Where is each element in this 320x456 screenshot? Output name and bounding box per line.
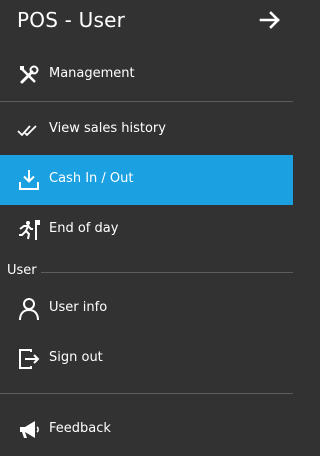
menu-item-sales-history[interactable]: View sales history: [0, 105, 293, 155]
menu-item-label: Feedback: [49, 421, 111, 436]
menu-item-end-of-day[interactable]: End of day: [0, 205, 293, 255]
right-arrow-icon[interactable]: [259, 9, 281, 31]
menu-item-user-info[interactable]: User info: [0, 284, 293, 334]
sign-out-icon: [17, 347, 41, 371]
download-tray-icon: [17, 168, 41, 192]
menu-item-cash-in-out[interactable]: Cash In / Out: [0, 155, 293, 205]
menu-item-label: View sales history: [49, 121, 166, 136]
page-title: POS - User: [17, 8, 126, 32]
double-check-icon: [17, 118, 41, 142]
menu-item-label: End of day: [49, 221, 119, 236]
user-icon: [17, 297, 41, 321]
divider: [0, 101, 293, 102]
menu-item-label: Cash In / Out: [49, 171, 134, 186]
tools-icon: [17, 63, 41, 87]
megaphone-icon: [17, 418, 41, 442]
app-header: POS - User: [0, 0, 293, 42]
section-label-user: User: [7, 263, 37, 278]
menu-item-management[interactable]: Management: [0, 50, 293, 100]
menu-item-sign-out[interactable]: Sign out: [0, 334, 293, 384]
divider: [0, 393, 293, 394]
menu-item-feedback[interactable]: Feedback: [0, 405, 293, 455]
divider: [41, 272, 293, 273]
menu-item-label: Sign out: [49, 350, 103, 365]
runner-finish-icon: [17, 218, 41, 242]
menu-item-label: User info: [49, 300, 108, 315]
menu-item-label: Management: [49, 66, 135, 81]
